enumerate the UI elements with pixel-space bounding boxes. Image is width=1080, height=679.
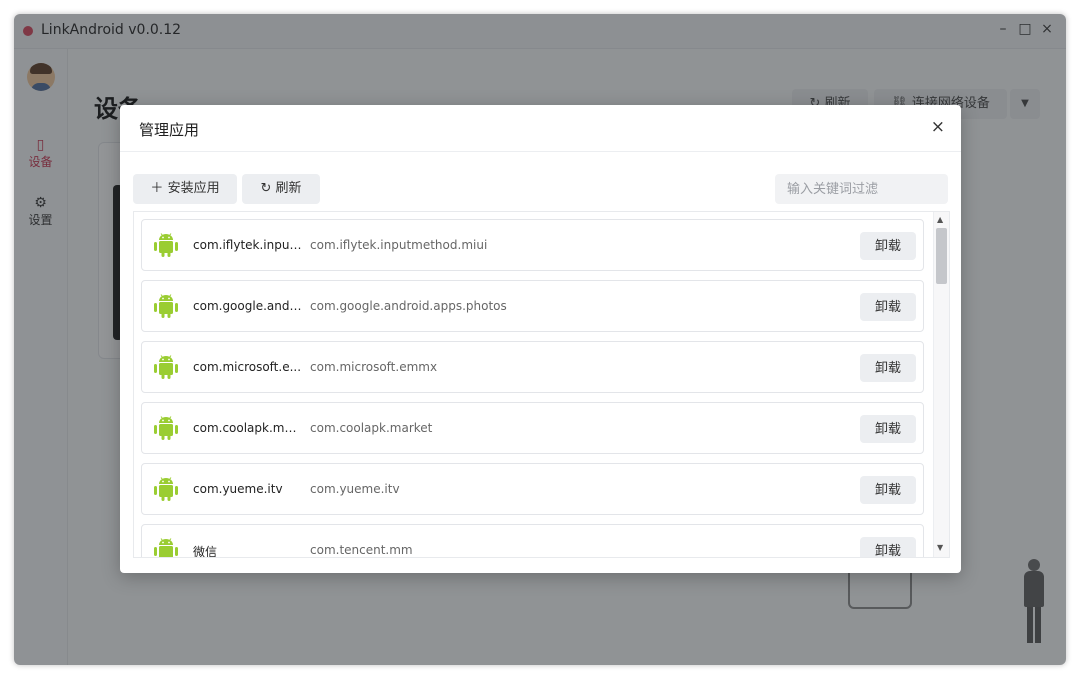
app-package: com.coolapk.market — [310, 421, 433, 435]
app-name: 微信 — [193, 545, 218, 558]
app-name: com.google.andr... — [193, 299, 303, 313]
app-name: com.iflytek.input... — [193, 238, 303, 252]
android-icon — [154, 416, 178, 440]
plus-icon: ＋ — [150, 181, 164, 196]
dialog-header: 管理应用 × — [120, 105, 961, 152]
scroll-up-icon[interactable]: ▲ — [937, 215, 943, 224]
android-icon — [154, 538, 178, 557]
app-package: com.iflytek.inputmethod.miui — [310, 238, 488, 252]
app-name: com.yueme.itv — [193, 482, 283, 496]
uninstall-button[interactable]: 卸载 — [860, 354, 916, 382]
manage-apps-dialog: 管理应用 × ＋ 安装应用 ↻ 刷新 com.iflytek.input... — [120, 105, 961, 573]
app-package: com.tencent.mm — [310, 543, 413, 557]
app-name: com.coolapk.mar... — [193, 421, 303, 435]
list-item: com.coolapk.mar... com.coolapk.market 卸载 — [141, 402, 924, 454]
list-item: com.microsoft.e... com.microsoft.emmx 卸载 — [141, 341, 924, 393]
android-icon — [154, 355, 178, 379]
list-item: 微信 com.tencent.mm 卸载 — [141, 524, 924, 558]
close-dialog-button[interactable]: × — [931, 117, 945, 137]
scrollbar[interactable]: ▲ ▼ — [933, 212, 949, 557]
android-icon — [154, 294, 178, 318]
app-package: com.yueme.itv — [310, 482, 400, 496]
filter-input[interactable] — [775, 174, 948, 204]
list-item: com.google.andr... com.google.android.ap… — [141, 280, 924, 332]
scrollbar-thumb[interactable] — [936, 228, 947, 284]
android-icon — [154, 477, 178, 501]
refresh-apps-button[interactable]: ↻ 刷新 — [242, 174, 320, 204]
uninstall-button[interactable]: 卸载 — [860, 232, 916, 260]
uninstall-button[interactable]: 卸载 — [860, 476, 916, 504]
app-name: com.microsoft.e... — [193, 360, 302, 374]
list-item: com.yueme.itv com.yueme.itv 卸载 — [141, 463, 924, 515]
app-window: LinkAndroid v0.0.12 – □ × ▯ 设备 ⚙ 设置 设备 ↻… — [14, 14, 1066, 665]
install-app-button[interactable]: ＋ 安装应用 — [133, 174, 237, 204]
app-list: com.iflytek.input... com.iflytek.inputme… — [133, 211, 950, 558]
android-icon — [154, 233, 178, 257]
uninstall-button[interactable]: 卸载 — [860, 537, 916, 557]
app-package: com.microsoft.emmx — [310, 360, 438, 374]
uninstall-button[interactable]: 卸载 — [860, 293, 916, 321]
scroll-down-icon[interactable]: ▼ — [937, 543, 943, 552]
refresh-icon: ↻ — [260, 181, 272, 196]
uninstall-button[interactable]: 卸载 — [860, 415, 916, 443]
app-package: com.google.android.apps.photos — [310, 299, 507, 313]
list-item: com.iflytek.input... com.iflytek.inputme… — [141, 219, 924, 271]
dialog-title: 管理应用 — [139, 121, 200, 139]
